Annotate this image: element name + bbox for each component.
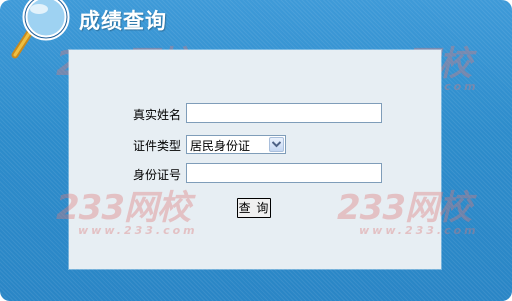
id-number-input[interactable] (186, 163, 382, 183)
id-type-label: 证件类型 (132, 139, 181, 153)
name-label: 真实姓名 (132, 108, 181, 122)
name-input[interactable] (186, 103, 382, 123)
name-row: 真实姓名 (69, 103, 441, 125)
query-button[interactable]: 查 询 (237, 198, 271, 218)
dropdown-arrow-icon[interactable] (269, 137, 284, 152)
id-number-row: 身份证号 (69, 163, 441, 185)
query-frame: 成绩查询 233网校 www.233.com 233网校 www.233.com… (0, 0, 512, 301)
id-type-row: 证件类型 居民身份证 (69, 134, 441, 156)
query-form: 真实姓名 证件类型 居民身份证 身份证号 查 询 (69, 50, 441, 269)
page-title: 成绩查询 (79, 9, 167, 33)
id-type-select[interactable]: 居民身份证 (186, 135, 286, 154)
magnifier-icon (6, 0, 76, 62)
id-number-label: 身份证号 (132, 168, 181, 182)
id-type-selected: 居民身份证 (190, 139, 251, 153)
